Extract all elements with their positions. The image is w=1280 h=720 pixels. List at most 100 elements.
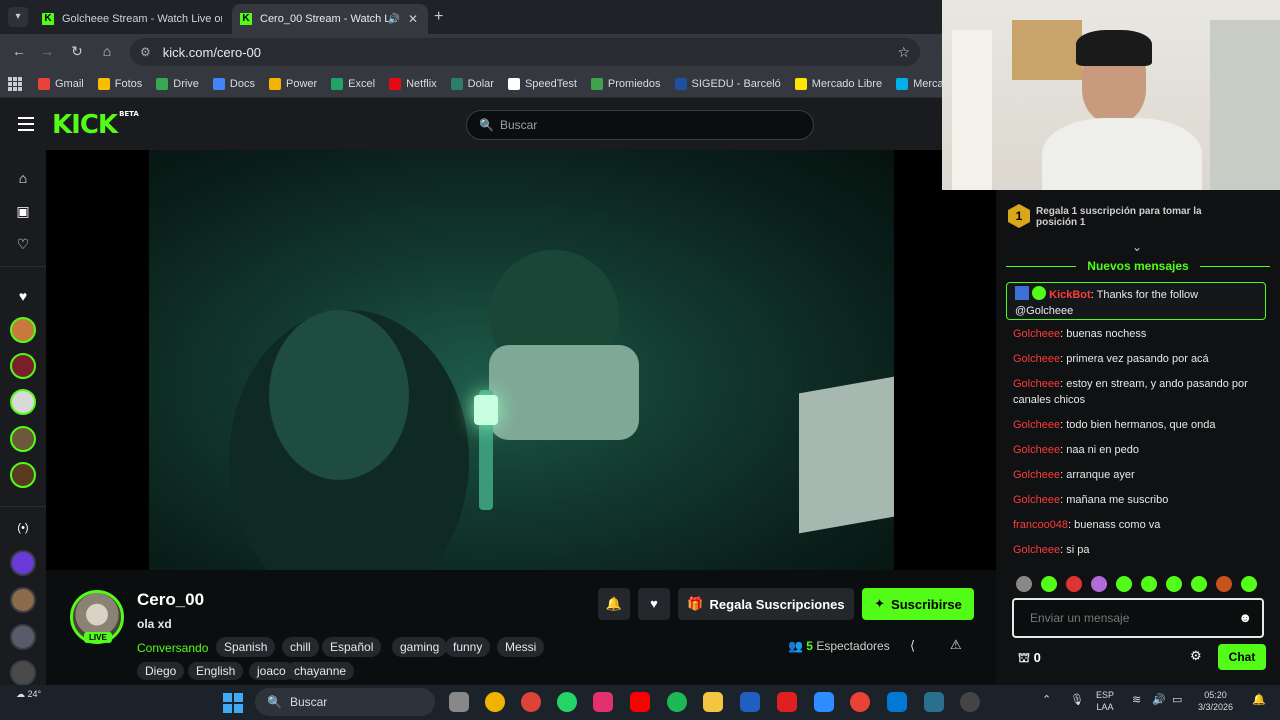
gift-subs-button[interactable]: 🎁 Regala Suscripciones: [678, 588, 854, 620]
emote-icon[interactable]: [1041, 576, 1057, 592]
stream-tag[interactable]: Spanish: [216, 637, 276, 657]
chat-username[interactable]: Golcheee: [1013, 328, 1060, 340]
chat-username[interactable]: KickBot: [1049, 289, 1091, 301]
emote-icon[interactable]: [1241, 576, 1257, 592]
bookmark-item[interactable]: Promiedos: [590, 77, 661, 90]
new-tab-icon[interactable]: +: [434, 8, 443, 26]
bookmark-item[interactable]: SpeedTest: [507, 77, 577, 90]
chat-username[interactable]: Golcheee: [1013, 378, 1060, 390]
bookmark-item[interactable]: Excel: [331, 77, 375, 90]
bookmark-item[interactable]: Docs: [212, 77, 255, 90]
bookmark-star-icon[interactable]: ☆: [897, 44, 910, 61]
channel-points[interactable]: ⛫ 0: [1018, 650, 1041, 668]
emote-icon[interactable]: [1166, 576, 1182, 592]
bookmark-item[interactable]: Drive: [156, 77, 199, 90]
task-view-icon[interactable]: [449, 692, 469, 712]
emoji-picker-icon[interactable]: ☻: [1238, 610, 1252, 625]
obs-icon[interactable]: [960, 692, 980, 712]
home-icon[interactable]: ⌂: [98, 43, 116, 59]
chat-username[interactable]: Golcheee: [1013, 353, 1060, 365]
whatsapp-icon[interactable]: [557, 692, 577, 712]
stream-tag[interactable]: English: [188, 662, 244, 680]
stream-tag[interactable]: Messi: [497, 637, 545, 657]
wifi-icon[interactable]: ≋: [1132, 694, 1141, 706]
battery-icon[interactable]: ▭: [1172, 694, 1182, 706]
volume-icon[interactable]: 🔊: [1152, 694, 1166, 706]
youtube-icon[interactable]: [630, 692, 650, 712]
app-icon[interactable]: [740, 692, 760, 712]
chat-username[interactable]: Golcheee: [1013, 494, 1060, 506]
stream-tag[interactable]: chill: [282, 637, 319, 657]
emote-icon[interactable]: [1016, 576, 1032, 592]
bookmark-item[interactable]: Mercado Libre: [794, 77, 882, 90]
emote-icon[interactable]: [1066, 576, 1082, 592]
emote-icon[interactable]: [1091, 576, 1107, 592]
start-button[interactable]: [223, 693, 243, 713]
tab-search-dropdown-icon[interactable]: ▾: [8, 7, 28, 27]
emote-icon[interactable]: [1216, 576, 1232, 592]
stream-category[interactable]: Conversando: [137, 641, 208, 655]
close-tab-icon[interactable]: ✕: [406, 12, 420, 26]
bookmark-item[interactable]: Mercado Pago: [896, 77, 942, 90]
recommended-channel-avatar[interactable]: [10, 550, 36, 576]
bookmark-item[interactable]: Netflix: [389, 77, 437, 90]
channel-name[interactable]: Cero_00: [137, 590, 204, 610]
followed-channel-avatar[interactable]: [10, 426, 36, 452]
taskbar-search[interactable]: 🔍 Buscar: [255, 688, 435, 716]
microphone-icon[interactable]: 🎙: [1070, 694, 1084, 706]
app-icon[interactable]: [924, 692, 944, 712]
browser-tab-golcheee[interactable]: K Golcheee Stream - Watch Live on: [34, 4, 230, 34]
browser-tab-cero00[interactable]: K Cero_00 Stream - Watch Live 🔊 ✕: [232, 4, 428, 34]
home-icon[interactable]: ⌂: [14, 170, 32, 186]
search-input[interactable]: 🔍 Buscar: [466, 110, 814, 140]
chat-settings-icon[interactable]: ⚙: [1190, 648, 1202, 664]
outlook-icon[interactable]: [887, 692, 907, 712]
clock[interactable]: 05:20 3/3/2026: [1198, 689, 1233, 713]
stream-tag[interactable]: Diego: [137, 662, 185, 680]
acrobat-icon[interactable]: [777, 692, 797, 712]
follow-button[interactable]: ♥: [638, 588, 670, 620]
spotify-icon[interactable]: [667, 692, 687, 712]
video-player[interactable]: [46, 150, 996, 570]
chat-username[interactable]: Golcheee: [1013, 444, 1060, 456]
tray-chevron-icon[interactable]: ⌃: [1042, 694, 1051, 706]
weather-widget[interactable]: ☁ 24°: [16, 689, 41, 700]
followed-channel-avatar[interactable]: [10, 353, 36, 379]
widgets-icon[interactable]: [485, 692, 505, 712]
site-info-icon[interactable]: ⚙: [140, 45, 151, 59]
subscribe-button[interactable]: ✦ Suscribirse: [862, 588, 974, 620]
chrome-icon[interactable]: [521, 692, 541, 712]
bookmark-item[interactable]: Gmail: [38, 77, 84, 90]
bookmark-item[interactable]: SIGEDU - Barceló: [674, 77, 781, 90]
stream-tag[interactable]: Español: [322, 637, 382, 657]
kick-logo[interactable]: KICK BETA: [52, 110, 139, 140]
chat-username[interactable]: Golcheee: [1013, 544, 1060, 556]
notifications-icon[interactable]: 🔔: [1252, 694, 1266, 706]
browse-icon[interactable]: ▣: [14, 203, 32, 220]
bookmark-item[interactable]: Power: [268, 77, 317, 90]
bookmark-item[interactable]: Fotos: [97, 77, 142, 90]
recommended-channel-avatar[interactable]: [10, 587, 36, 613]
stream-tag[interactable]: gaming: [392, 637, 448, 657]
emote-icon[interactable]: [1116, 576, 1132, 592]
emote-icon[interactable]: [1141, 576, 1157, 592]
share-icon[interactable]: ⟨: [910, 638, 915, 654]
collapse-icon[interactable]: ⌄: [1132, 240, 1142, 254]
file-explorer-icon[interactable]: [703, 692, 723, 712]
chat-input[interactable]: Enviar un mensaje ☻: [1012, 598, 1264, 638]
reload-icon[interactable]: ↻: [68, 43, 86, 60]
url-field[interactable]: ⚙ kick.com/cero-00 ☆: [130, 38, 920, 66]
followed-channel-avatar[interactable]: [10, 317, 36, 343]
speaker-icon[interactable]: 🔊: [388, 14, 400, 25]
forward-icon[interactable]: →: [38, 43, 56, 59]
chat-username[interactable]: Golcheee: [1013, 419, 1060, 431]
following-icon[interactable]: ♡: [14, 236, 32, 253]
report-icon[interactable]: ⚠: [950, 637, 962, 653]
chat-username[interactable]: francoo048: [1013, 519, 1068, 531]
chrome-icon[interactable]: [850, 692, 870, 712]
recommended-channel-avatar[interactable]: [10, 624, 36, 650]
stream-tag[interactable]: funny: [445, 637, 491, 657]
stream-tag[interactable]: chayanne: [286, 662, 355, 680]
bookmark-item[interactable]: Dolar: [450, 77, 494, 90]
emote-icon[interactable]: [1191, 576, 1207, 592]
